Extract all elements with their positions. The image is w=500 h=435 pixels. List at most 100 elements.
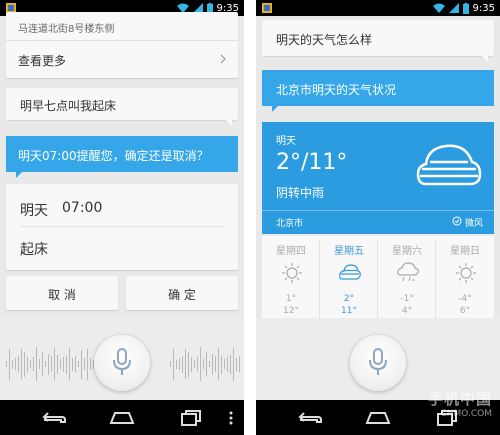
forecast-high: -4° [458, 294, 472, 304]
waveform-bar [185, 349, 186, 379]
weather-temperature: 2°/11° [276, 150, 348, 175]
forecast-day[interactable]: 星期四 1° 12° [262, 236, 320, 328]
signal-icon [448, 3, 459, 13]
weather-wind: 微风 [465, 219, 484, 229]
waveform-bar [81, 349, 82, 379]
waveform-bar [15, 358, 16, 370]
waveform-bar [63, 356, 64, 372]
waveform-bar [27, 356, 28, 372]
waveform-bar [224, 359, 225, 369]
voice-input-bar [0, 318, 244, 406]
forecast-low: 4° [401, 306, 413, 316]
forecast-day[interactable]: 星期日 -4° 6° [436, 236, 494, 328]
alarm-day: 明天 [20, 203, 48, 219]
waveform-bar [233, 347, 234, 381]
confirm-button[interactable]: 确 定 [126, 276, 238, 310]
battery-icon [462, 2, 469, 14]
waveform-bar [75, 356, 76, 372]
recents-icon[interactable] [176, 408, 204, 428]
waveform-bar [60, 359, 61, 369]
user-query-bubble: 明天的天气怎么样 [262, 20, 494, 62]
forecast-high: 2° [343, 294, 355, 304]
back-icon[interactable] [296, 408, 324, 428]
waveform-bar [239, 356, 240, 372]
waveform-bar [197, 357, 198, 371]
assistant-heading: 北京市明天的天气状况 [262, 70, 494, 112]
waveform-bar [6, 361, 7, 367]
waveform-bar [206, 352, 207, 376]
waveform-bar [203, 359, 204, 369]
confirm-label: 确 定 [168, 288, 196, 302]
waveform-bar [176, 359, 177, 369]
address-text: 马连道北街8号楼东侧 [18, 24, 115, 35]
waveform-bar [18, 355, 19, 373]
mic-button[interactable] [350, 335, 406, 391]
waveform-bar [236, 357, 237, 371]
watermark-main: 手机中国 [427, 390, 492, 408]
forecast-low: 11° [341, 306, 357, 316]
waveform-bar [39, 359, 40, 369]
waveform-bar [212, 353, 213, 375]
waveform-bar [227, 356, 228, 372]
svg-text:*: * [412, 278, 415, 284]
waveform-bar [87, 348, 88, 380]
forecast-day[interactable]: 星期六 * -1° 4° [378, 236, 436, 328]
waveform-bar [182, 355, 183, 373]
waveform-bar [230, 354, 231, 374]
waveform-bar [30, 360, 31, 368]
voice-waveform-right [170, 344, 240, 384]
mic-button[interactable] [94, 335, 150, 391]
chevron-right-icon [220, 54, 226, 64]
see-more-link[interactable]: 查看更多 [6, 41, 238, 75]
waveform-bar [221, 354, 222, 374]
alarm-card: 明天 07:00 起床 [6, 184, 238, 270]
forecast-high: 1° [285, 294, 297, 304]
voice-waveform-left [6, 344, 100, 384]
assistant-prompt: 明天07:00提醒您，确定还是取消？ [6, 136, 238, 178]
waveform-bar [194, 360, 195, 368]
home-icon[interactable] [364, 408, 392, 428]
check-circle-icon [452, 216, 462, 226]
cancel-label: 取 消 [48, 288, 76, 302]
waveform-bar [215, 356, 216, 372]
home-icon[interactable] [108, 408, 136, 428]
waveform-bar [9, 348, 10, 380]
back-icon[interactable] [40, 408, 68, 428]
assistant-prompt-text: 明天07:00提醒您，确定还是取消？ [18, 149, 209, 163]
waveform-bar [24, 351, 25, 377]
weather-city: 北京市 [276, 219, 304, 229]
forecast-low: 6° [459, 306, 471, 316]
forecast-day-name: 星期六 [392, 246, 422, 257]
status-bar: 9:35 [256, 0, 500, 16]
waveform-bar [51, 356, 52, 372]
forecast-day-selected[interactable]: 星期五 2° 11° [320, 236, 378, 328]
notification-icon [262, 3, 272, 13]
waveform-bar [179, 358, 180, 370]
waveform-bar [72, 357, 73, 371]
forecast-day-name: 星期五 [334, 246, 364, 257]
forecast-day-name: 星期日 [450, 246, 480, 257]
watermark: 手机中国 CNMO.COM [428, 388, 492, 419]
waveform-bar [48, 353, 49, 375]
alarm-time: 07:00 [62, 200, 103, 216]
right-screen: 9:35 明天的天气怎么样 北京市明天的天气状况 明天 2°/11° 阴转中雨 … [256, 0, 500, 435]
forecast-low: 12° [283, 306, 299, 316]
cancel-button[interactable]: 取 消 [6, 276, 118, 310]
waveform-bar [45, 361, 46, 367]
waveform-bar [200, 347, 201, 381]
weather-day: 明天 [276, 136, 296, 147]
waveform-bar [36, 347, 37, 381]
waveform-bar [12, 359, 13, 369]
cloud-icon [416, 144, 482, 186]
waveform-bar [188, 351, 189, 377]
navigation-bar [0, 400, 244, 435]
menu-icon[interactable] [229, 411, 233, 425]
forecast-day-name: 星期四 [276, 246, 306, 257]
waveform-bar [170, 361, 171, 367]
user-query-text: 明早七点叫我起床 [20, 99, 117, 113]
left-screen: 9:35 马连道北街8号楼东侧 查看更多 明早七点叫我起床 明天07:00提醒您… [0, 0, 244, 435]
waveform-bar [54, 348, 55, 380]
watermark-sub: CNMO.COM [440, 409, 493, 419]
waveform-bar [84, 358, 85, 370]
sun-icon [282, 263, 302, 283]
